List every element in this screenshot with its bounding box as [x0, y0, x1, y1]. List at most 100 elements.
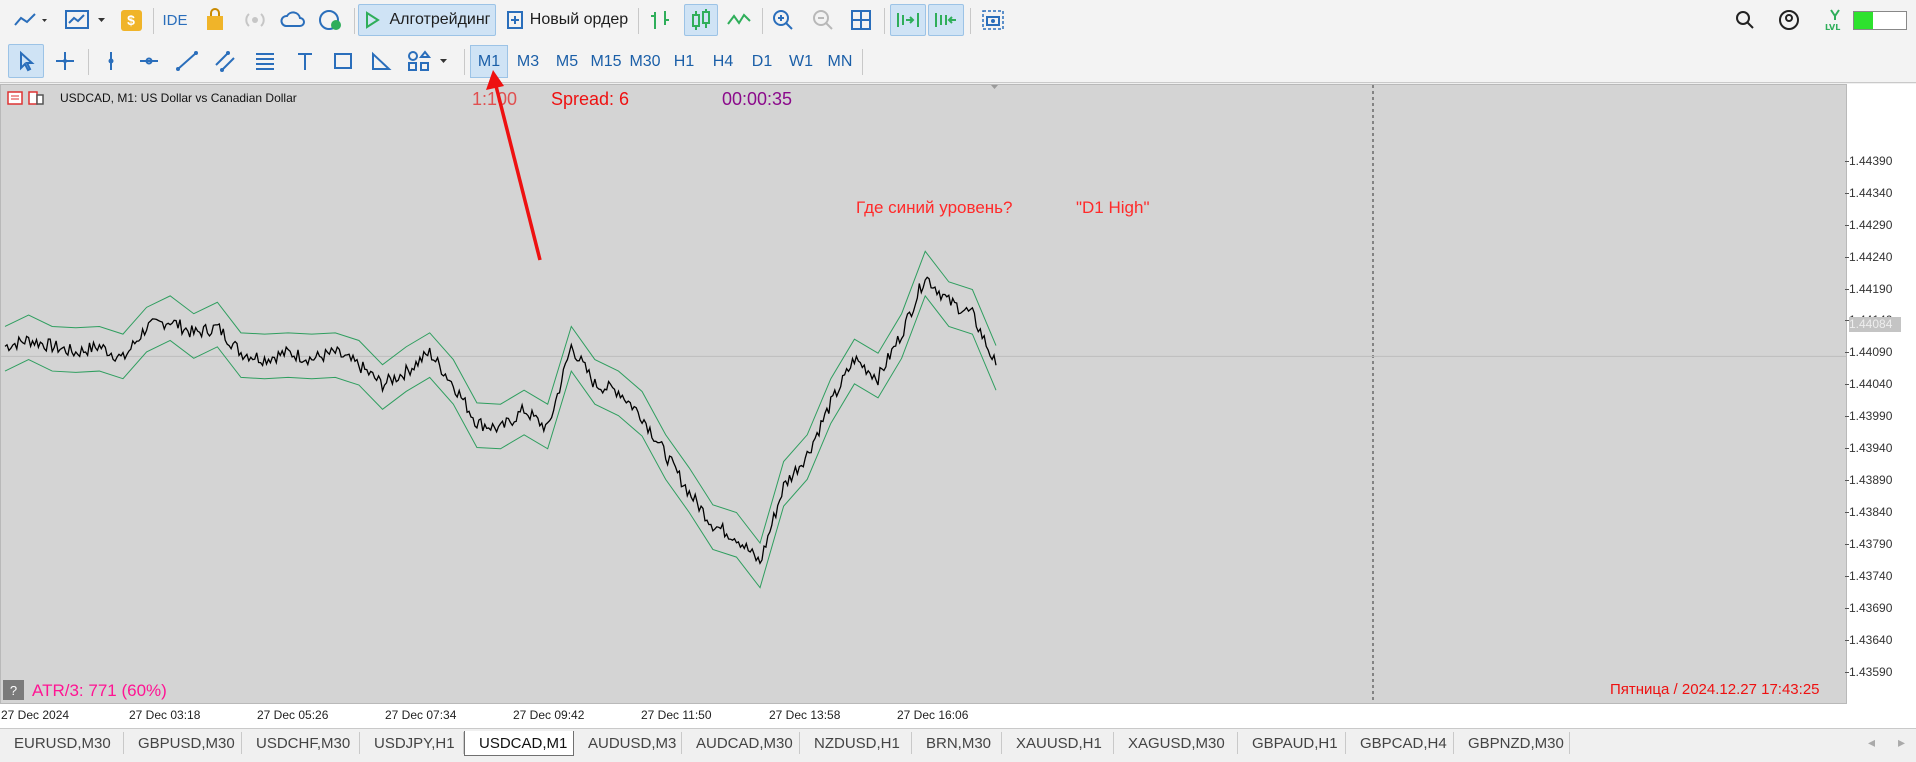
account-icon[interactable] — [1774, 4, 1804, 36]
fibonacci-icon[interactable] — [250, 45, 280, 77]
chart-type-icon[interactable] — [10, 4, 52, 36]
upper-band-line — [4, 250, 997, 545]
annotation-d1-high: "D1 High" — [1076, 198, 1150, 217]
price-tick: 1.44290 — [1844, 217, 1893, 232]
chart-shift-icon[interactable] — [928, 4, 964, 36]
crosshair-icon[interactable] — [50, 45, 80, 77]
chart-tab[interactable]: GBPCAD,H4 — [1346, 732, 1454, 754]
indicators-icon[interactable] — [62, 4, 110, 36]
price-tick: 1.43940 — [1844, 441, 1893, 456]
price-tick: 1.44390 — [1844, 153, 1893, 168]
time-tick: 27 Dec 11:50 — [641, 708, 712, 722]
algotrading-label: Алготрейдинг — [389, 11, 491, 28]
price-tick: 1.43790 — [1844, 537, 1893, 552]
chart-shift-marker[interactable] — [991, 85, 998, 89]
line-chart-icon[interactable] — [724, 4, 754, 36]
chart-window[interactable] — [0, 84, 1847, 704]
chart-tab[interactable]: EURUSD,M30 — [0, 732, 124, 754]
timeframe-mn[interactable]: MN — [821, 45, 859, 78]
tabs-scroll-right-icon[interactable]: ▸ — [1898, 734, 1905, 751]
timeframe-m30[interactable]: M30 — [626, 45, 664, 78]
timeframe-w1[interactable]: W1 — [782, 45, 820, 78]
dollar-icon[interactable]: $ — [118, 4, 144, 36]
bar-timer-label: 00:00:35 — [722, 89, 793, 109]
price-tick: 1.44340 — [1844, 185, 1893, 200]
atr-label: ATR/3: 771 (60%) — [32, 681, 167, 700]
rectangle-tool-icon[interactable] — [328, 45, 358, 77]
zoom-out-icon[interactable] — [808, 4, 838, 36]
price-tick: 1.43890 — [1844, 473, 1893, 488]
bar-chart-icon[interactable] — [646, 4, 676, 36]
chart-tab[interactable]: GBPUSD,M30 — [124, 732, 242, 754]
trend-line-icon[interactable] — [172, 45, 202, 77]
annotation-question: Где синий уровень? — [856, 198, 1013, 217]
connection-status-bar — [1853, 11, 1907, 30]
channel-icon[interactable] — [210, 45, 240, 77]
algotrading-button[interactable]: Алготрейдинг — [358, 4, 496, 36]
time-tick: 27 Dec 09:42 — [513, 708, 585, 722]
drawing-toolbar: M1 M3 M5 M15 M30 H1 H4 D1 W1 MN — [0, 41, 1916, 83]
one-click-trading-icon[interactable] — [7, 90, 47, 111]
chart-tab[interactable]: XAUUSD,H1 — [1002, 732, 1114, 754]
horizontal-line-icon[interactable] — [134, 45, 164, 77]
chart-tab[interactable]: GBPNZD,M30 — [1454, 732, 1570, 754]
tile-windows-icon[interactable] — [846, 4, 876, 36]
tabs-scroll-left-icon[interactable]: ◂ — [1868, 734, 1875, 751]
text-tool-icon[interactable] — [290, 45, 320, 77]
main-toolbar: $ IDE Алготрейдинг Новый ордер LVL — [0, 0, 1916, 42]
current-price-tag: 1.44084 — [1849, 317, 1901, 332]
auto-scroll-icon[interactable] — [890, 4, 926, 36]
help-button[interactable]: ? — [3, 680, 24, 700]
chart-tab[interactable]: GBPAUD,H1 — [1238, 732, 1346, 754]
svg-text:LVL: LVL — [1825, 23, 1840, 32]
shapes-menu-icon[interactable] — [404, 45, 452, 77]
time-tick: 27 Dec 05:26 — [257, 708, 329, 722]
chart-tab[interactable]: AUDCAD,M30 — [682, 732, 800, 754]
candlestick-icon[interactable] — [684, 4, 718, 36]
chart-tab[interactable]: NZDUSD,H1 — [800, 732, 912, 754]
play-icon — [366, 11, 381, 29]
chart-symbol-title: USDCAD, M1: US Dollar vs Canadian Dollar — [60, 91, 297, 105]
price-chart[interactable] — [1, 85, 1846, 703]
ide-label: IDE — [162, 11, 188, 29]
screenshot-camera-icon[interactable] — [976, 4, 1010, 36]
price-tick: 1.44040 — [1844, 377, 1893, 392]
timeframe-m5[interactable]: M5 — [548, 45, 586, 78]
triangle-tool-icon[interactable] — [366, 45, 396, 77]
chart-tab[interactable]: USDJPY,H1 — [360, 732, 464, 754]
price-tick: 1.44090 — [1844, 345, 1893, 360]
timeframe-h1[interactable]: H1 — [665, 45, 703, 78]
market-bag-icon[interactable] — [200, 4, 230, 36]
search-icon[interactable] — [1730, 4, 1760, 36]
new-order-button[interactable]: Новый ордер — [502, 4, 632, 36]
price-tick: 1.43590 — [1844, 665, 1893, 680]
signals-icon[interactable] — [240, 4, 270, 36]
timeframe-m15[interactable]: M15 — [587, 45, 625, 78]
chart-tab[interactable]: AUDUSD,M3 — [574, 732, 682, 754]
price-line — [4, 276, 997, 565]
time-tick: 27 Dec 2024 — [1, 708, 70, 722]
price-tick: 1.43840 — [1844, 505, 1893, 520]
price-tick: 1.44240 — [1844, 249, 1893, 264]
price-tick: 1.44190 — [1844, 281, 1893, 296]
timeframe-h4[interactable]: H4 — [704, 45, 742, 78]
chart-tab[interactable]: USDCAD,M1 — [464, 731, 574, 756]
time-tick: 27 Dec 03:18 — [129, 708, 201, 722]
vps-globe-icon[interactable] — [316, 4, 346, 36]
plus-document-icon — [506, 11, 523, 29]
chart-tab[interactable]: XAGUSD,M30 — [1114, 732, 1238, 754]
lower-band-line — [4, 294, 997, 589]
ide-button[interactable]: IDE — [160, 4, 190, 36]
chart-tab[interactable]: USDCHF,M30 — [242, 732, 360, 754]
zoom-in-icon[interactable] — [768, 4, 798, 36]
cursor-icon[interactable] — [8, 44, 44, 78]
level-icon[interactable]: LVL — [1820, 4, 1850, 36]
price-tick: 1.43690 — [1844, 601, 1893, 616]
datetime-label: Пятница / 2024.12.27 17:43:25 — [1610, 681, 1820, 698]
chart-tab[interactable]: BRN,M30 — [912, 732, 1002, 754]
price-tick: 1.43740 — [1844, 569, 1893, 584]
vertical-line-icon[interactable] — [96, 45, 126, 77]
cloud-icon[interactable] — [278, 4, 308, 36]
timeframe-d1[interactable]: D1 — [743, 45, 781, 78]
time-tick: 27 Dec 13:58 — [769, 708, 841, 722]
